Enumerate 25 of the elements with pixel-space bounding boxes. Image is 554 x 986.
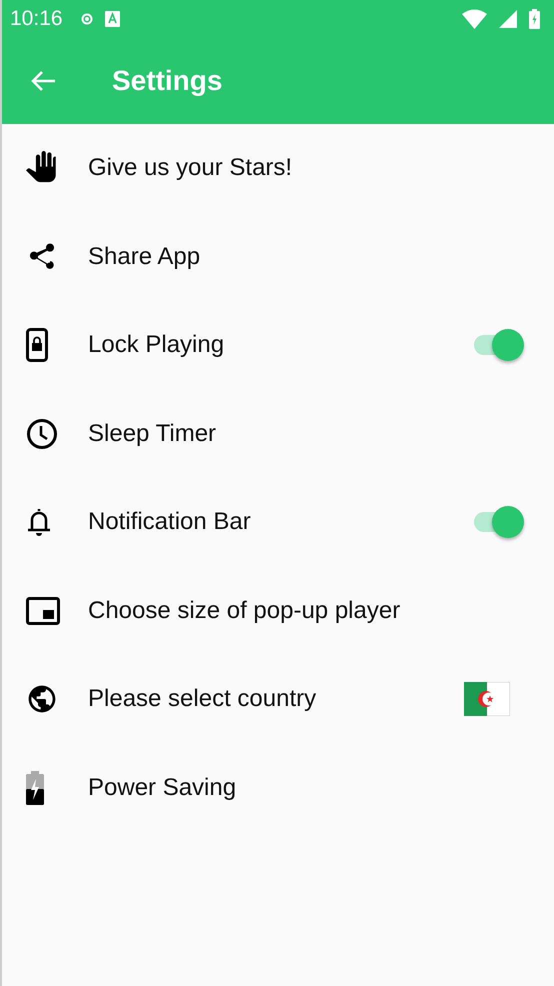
setting-label[interactable]: Lock Playing (88, 331, 224, 360)
setting-label[interactable]: Choose size of pop-up player (88, 596, 400, 625)
toggle-switch[interactable] (474, 504, 524, 540)
bell-icon (26, 507, 52, 538)
status-time: 10:16 (10, 7, 63, 31)
setting-label[interactable]: Notification Bar (88, 508, 251, 536)
phone-lock-icon (26, 328, 48, 362)
back-icon[interactable] (30, 69, 56, 93)
toggle-switch[interactable] (474, 327, 524, 364)
picture-in-picture-icon (26, 596, 60, 625)
setting-label[interactable]: Power Saving (88, 774, 236, 802)
app-title: Settings (112, 65, 222, 97)
flag-icon[interactable] (464, 682, 510, 716)
signal-icon (499, 10, 517, 28)
setting-label[interactable]: Share App (88, 242, 200, 271)
record-icon (80, 13, 93, 25)
setting-label[interactable]: Give us your Stars! (88, 154, 292, 182)
setting-label[interactable]: Please select country (88, 685, 316, 714)
battery-icon (529, 9, 540, 29)
globe-icon (26, 683, 58, 716)
setting-label[interactable]: Sleep Timer (88, 420, 216, 448)
battery-saver-icon (26, 770, 44, 805)
wifi-icon (462, 9, 487, 29)
clock-icon (26, 418, 58, 450)
keyboard-icon (104, 11, 120, 27)
